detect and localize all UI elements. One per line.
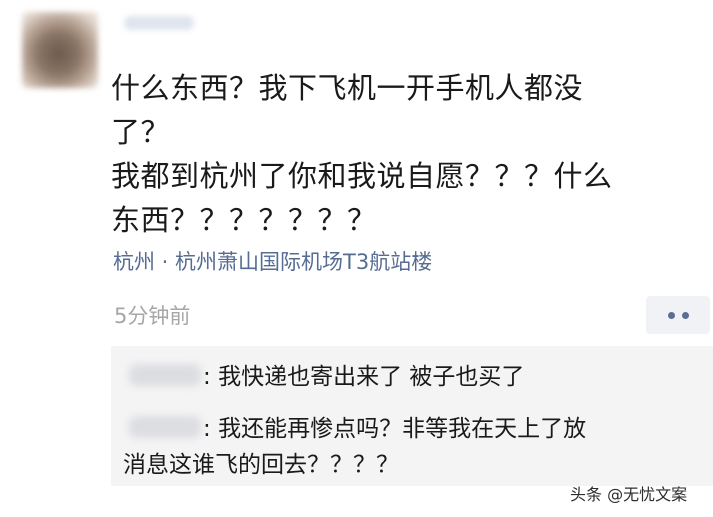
- comment-author[interactable]: [129, 364, 201, 386]
- watermark: 头条 @无忧文案: [570, 485, 688, 504]
- post-text-line: 我都到杭州了你和我说自愿？？？什么: [111, 159, 613, 193]
- comment-separator: :: [203, 364, 211, 390]
- comment-text-continuation: 消息这谁飞的回去？？？？: [123, 452, 399, 478]
- post-text-line: 了？: [111, 115, 171, 149]
- post-text-line: 什么东西？我下飞机一开手机人都没: [111, 71, 584, 105]
- author-name[interactable]: [124, 16, 194, 30]
- avatar[interactable]: [22, 12, 98, 88]
- comment-text: 我快递也寄出来了 被子也买了: [218, 364, 525, 390]
- post-text-line: 东西？？？？？？？: [111, 203, 377, 237]
- comments-section: : 我快递也寄出来了 被子也买了 : 我还能再惨点吗？非等我在天上了放 消息这谁…: [111, 346, 713, 486]
- comment-item[interactable]: : 我快递也寄出来了 被子也买了: [203, 362, 524, 392]
- comment-text: 我还能再惨点吗？非等我在天上了放: [218, 416, 587, 442]
- more-dots-icon: [667, 311, 675, 319]
- comment-separator: :: [203, 416, 211, 442]
- more-dots-icon: [681, 311, 689, 319]
- moments-post: 什么东西？我下飞机一开手机人都没 了？ 我都到杭州了你和我说自愿？？？什么 东西…: [0, 0, 713, 517]
- post-time: 5分钟前: [114, 304, 191, 328]
- comment-author[interactable]: [129, 416, 201, 438]
- post-text: 什么东西？我下飞机一开手机人都没 了？ 我都到杭州了你和我说自愿？？？什么 东西…: [111, 66, 701, 242]
- post-location[interactable]: 杭州 · 杭州萧山国际机场T3航站楼: [113, 248, 432, 276]
- comment-item[interactable]: : 我还能再惨点吗？非等我在天上了放: [203, 414, 586, 444]
- more-button[interactable]: [646, 296, 710, 334]
